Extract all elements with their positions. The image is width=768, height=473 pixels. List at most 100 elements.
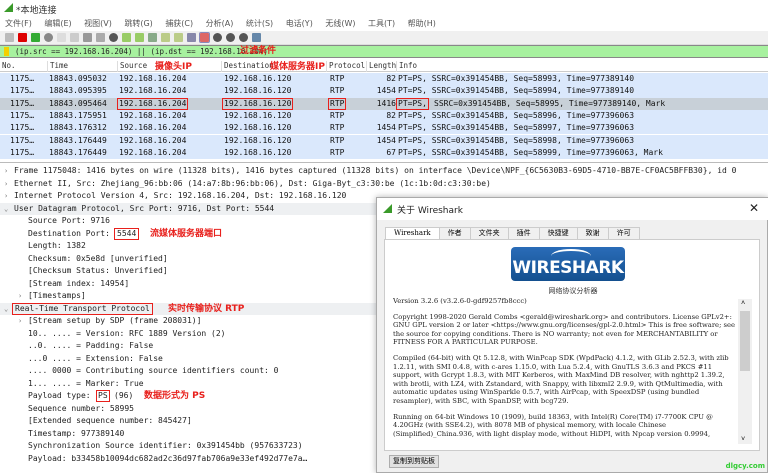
column-protocol[interactable]: Protocol xyxy=(326,61,365,72)
last-packet-icon[interactable] xyxy=(174,33,183,42)
about-tab[interactable]: 许可 xyxy=(607,227,640,239)
chevron-right-icon[interactable]: › xyxy=(4,165,8,178)
about-scrollbar[interactable]: ˄ ˅ xyxy=(738,299,752,444)
reload-icon[interactable] xyxy=(96,33,105,42)
packet-protocol: RTP xyxy=(330,110,345,120)
udp-timestamps-text: [Timestamps] xyxy=(28,291,86,300)
save-file-icon[interactable] xyxy=(70,33,79,42)
packet-info-pt: PT=PS, xyxy=(396,97,429,110)
menu-item[interactable]: 编辑(E) xyxy=(44,16,71,31)
scroll-up-icon[interactable]: ˄ xyxy=(741,299,745,308)
packet-source: 192.168.16.204 xyxy=(119,110,187,120)
packet-row[interactable]: 1175… 18843.095464 192.168.16.204 192.168.1… xyxy=(0,97,768,110)
resize-columns-icon[interactable] xyxy=(252,33,261,42)
menu-item[interactable]: 电话(Y) xyxy=(286,16,313,31)
column-no[interactable]: No. xyxy=(0,61,16,72)
packet-destination: 192.168.16.120 xyxy=(222,97,294,110)
go-to-packet-icon[interactable] xyxy=(148,33,157,42)
chevron-down-icon[interactable]: ⌄ xyxy=(4,303,8,316)
about-tab[interactable]: 致谢 xyxy=(576,227,609,239)
display-filter-input[interactable]: (ip.src == 192.168.16.204) || (ip.dst ==… xyxy=(0,45,768,58)
about-text[interactable]: Version 3.2.6 (v3.2.6-0-gdf9257fb8ccc) C… xyxy=(393,297,738,447)
about-subtitle: 网络协议分析器 xyxy=(548,287,598,295)
scroll-down-icon[interactable]: ˅ xyxy=(741,435,745,444)
udp-src-port-text: Source Port: 9716 xyxy=(28,216,110,225)
zoom-reset-icon[interactable] xyxy=(239,33,248,42)
restart-capture-icon[interactable] xyxy=(31,33,40,42)
filter-text[interactable]: (ip.src == 192.168.16.204) || (ip.dst ==… xyxy=(15,46,268,57)
packet-row[interactable]: 1175… 18843.176312 192.168.16.204 192.168.1… xyxy=(0,122,768,135)
udp-checksum-status-text: [Checksum Status: Unverified] xyxy=(28,266,168,275)
chevron-down-icon[interactable]: ⌄ xyxy=(4,203,8,216)
packet-row[interactable]: 1175… 18843.176449 192.168.16.204 192.168.1… xyxy=(0,146,768,160)
colorize-icon[interactable] xyxy=(199,32,210,43)
dst-port-value: 5544 xyxy=(114,227,140,240)
autoscroll-icon[interactable] xyxy=(187,33,196,42)
rtp-extension-text: ...0 .... = Extension: False xyxy=(28,353,163,363)
find-packet-icon[interactable] xyxy=(109,33,118,42)
about-tab[interactable]: 插件 xyxy=(507,227,540,239)
menu-bar: 文件(F) 编辑(E) 视图(V) 跳转(G) 捕获(C) 分析(A) 统计(S) 电话(Y)… xyxy=(0,16,768,31)
menu-item[interactable]: 分析(A) xyxy=(206,16,234,31)
first-packet-icon[interactable] xyxy=(161,33,170,42)
rtp-annotation: 实时传输协议 RTP xyxy=(168,303,245,314)
menu-item[interactable]: 捕获(C) xyxy=(165,16,193,31)
menu-item[interactable]: 帮助(H) xyxy=(408,16,436,31)
chevron-right-icon[interactable]: › xyxy=(4,178,8,191)
start-capture-icon[interactable] xyxy=(5,33,14,42)
about-tab[interactable]: 快捷键 xyxy=(538,227,578,239)
window-title: *本地连接 xyxy=(16,6,57,16)
close-icon[interactable]: ✕ xyxy=(749,201,759,215)
packet-row[interactable]: 1175… 18843.176449 192.168.16.204 192.168.1… xyxy=(0,134,768,147)
about-tab[interactable]: 作者 xyxy=(438,227,471,239)
menu-item[interactable]: 视图(V) xyxy=(84,16,112,31)
packet-protocol: RTP xyxy=(330,123,345,133)
packet-destination: 192.168.16.120 xyxy=(224,123,292,133)
menu-item[interactable]: 文件(F) xyxy=(5,16,32,31)
chevron-right-icon[interactable]: › xyxy=(4,190,8,203)
udp-length-text: Length: 1382 xyxy=(28,241,86,250)
packet-no: 1175… xyxy=(10,135,35,145)
wireshark-fin-icon xyxy=(383,204,392,213)
column-length[interactable]: Length xyxy=(366,61,396,72)
go-back-icon[interactable] xyxy=(122,33,131,42)
packet-row[interactable]: 1175… 18843.175951 192.168.16.204 192.168.1… xyxy=(0,109,768,123)
capture-options-icon[interactable] xyxy=(44,33,53,42)
stop-capture-icon[interactable] xyxy=(18,33,27,42)
menu-item[interactable]: 跳转(G) xyxy=(124,16,152,31)
go-forward-icon[interactable] xyxy=(135,33,144,42)
ethernet-tree-item[interactable]: › Ethernet II, Src: Zhejiang_96:bb:06 (14… xyxy=(0,178,768,191)
menu-item[interactable]: 工具(T) xyxy=(368,16,395,31)
about-tab[interactable]: Wireshark xyxy=(385,227,440,239)
filter-annotation: 过滤条件 xyxy=(240,46,277,56)
bookmark-icon[interactable] xyxy=(4,47,9,56)
chevron-right-icon[interactable]: › xyxy=(18,290,22,303)
packet-source: 192.168.16.204 xyxy=(119,135,187,145)
menu-item[interactable]: 统计(S) xyxy=(246,16,273,31)
column-destination[interactable]: Destination xyxy=(221,61,274,72)
copy-to-clipboard-button[interactable]: 复制到剪贴板 xyxy=(389,455,439,468)
zoom-in-icon[interactable] xyxy=(213,33,222,42)
packet-info: PT=PS, SSRC=0x391454BB, Seq=58994, Time=… xyxy=(398,86,635,96)
close-file-icon[interactable] xyxy=(83,33,92,42)
main-toolbar xyxy=(0,31,768,45)
packet-protocol: RTP xyxy=(330,147,345,157)
dst-port-label: Destination Port: xyxy=(28,228,110,238)
column-time[interactable]: Time xyxy=(47,61,68,72)
packet-row[interactable]: 1175… 18843.095032 192.168.16.204 192.168.1… xyxy=(0,73,768,86)
zoom-out-icon[interactable] xyxy=(226,33,235,42)
rtp-stream-setup-text: [Stream setup by SDP (frame 208031)] xyxy=(28,316,202,325)
column-source[interactable]: Source xyxy=(117,61,147,72)
open-file-icon[interactable] xyxy=(57,33,66,42)
menu-item[interactable]: 无线(W) xyxy=(325,16,355,31)
frame-tree-item[interactable]: › Frame 1175048: 1416 bytes on wire (1132… xyxy=(0,165,768,178)
about-tab[interactable]: 文件夹 xyxy=(469,227,509,239)
scrollbar-thumb[interactable] xyxy=(740,311,750,371)
packet-info: PT=PS, SSRC=0x391454BB, Seq=58993, Time=… xyxy=(398,74,635,83)
packet-destination: 192.168.16.120 xyxy=(224,86,292,96)
chevron-right-icon[interactable]: › xyxy=(18,315,22,328)
packet-info: PT=PS, SSRC=0x391454BB, Seq=58997, Time=… xyxy=(398,123,635,133)
column-info[interactable]: Info xyxy=(396,61,417,72)
packet-row[interactable]: 1175… 18843.095395 192.168.16.204 192.168.1… xyxy=(0,85,768,98)
packet-time: 18843.095464 xyxy=(49,98,107,108)
